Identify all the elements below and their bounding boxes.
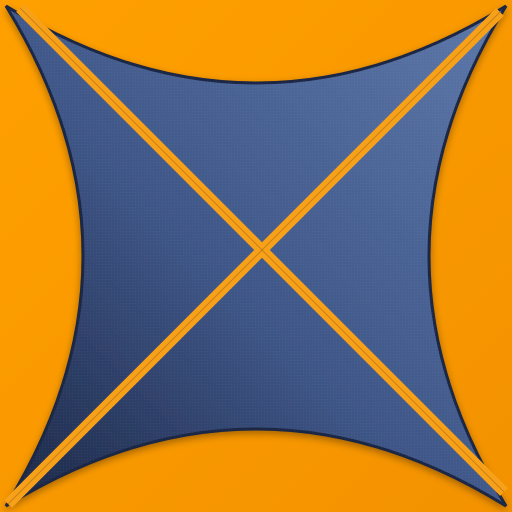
x-star-logo-icon (0, 0, 512, 512)
